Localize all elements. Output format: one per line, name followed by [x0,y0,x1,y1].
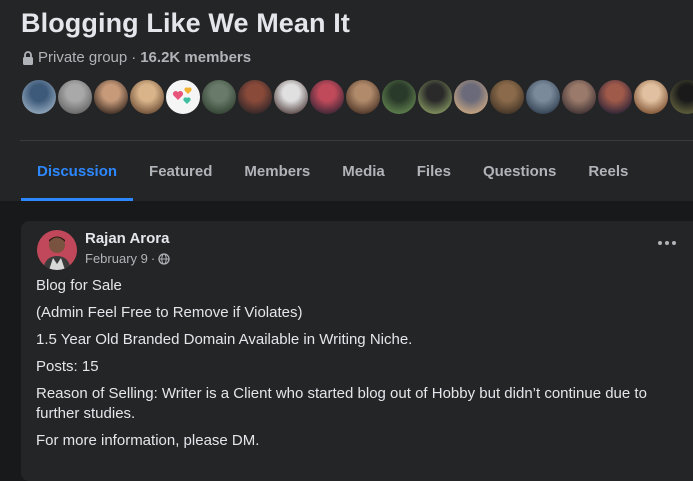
member-avatar[interactable] [380,78,418,116]
member-avatar[interactable] [560,78,598,116]
tab-reels[interactable]: Reels [572,141,644,201]
group-title[interactable]: Blogging Like We Mean It [21,8,350,39]
post-paragraph: Reason of Selling: Writer is a Client wh… [36,385,647,422]
date-separator: · [150,251,156,266]
author-avatar-image [37,230,77,270]
group-meta: Private group · 16.2K members [22,49,251,66]
post-paragraph: For more information, please DM. [36,432,260,449]
member-avatar[interactable] [596,78,634,116]
post-card: Rajan Arora February 9 · Blog for Sale (… [21,221,693,481]
member-avatar[interactable] [20,78,58,116]
post-paragraph: Blog for Sale [36,277,122,294]
tab-discussion[interactable]: Discussion [21,141,134,201]
member-avatar[interactable] [128,78,166,116]
post-meta: February 9 · [85,251,170,266]
more-options-icon[interactable] [655,235,679,251]
member-count[interactable]: 16.2K members [140,49,251,66]
post-author[interactable]: Rajan Arora [85,230,169,247]
member-avatar[interactable] [344,78,382,116]
tab-media[interactable]: Media [326,141,401,201]
member-avatar[interactable] [668,78,693,116]
post-date[interactable]: February 9 [85,251,148,266]
member-avatar[interactable] [416,78,454,116]
meta-separator: · [131,49,137,66]
tab-featured[interactable]: Featured [133,141,228,201]
member-avatar[interactable] [452,78,490,116]
member-avatar[interactable] [200,78,238,116]
author-avatar[interactable] [37,230,77,270]
post-paragraph: (Admin Feel Free to Remove if Violates) [36,304,303,321]
member-avatar[interactable] [524,78,562,116]
member-avatar[interactable] [236,78,274,116]
member-avatar[interactable] [92,78,130,116]
member-avatar[interactable] [308,78,346,116]
group-tabs: Discussion Featured Members Media Files Quest… [21,141,644,201]
member-avatar[interactable] [488,78,526,116]
member-avatar[interactable] [56,78,94,116]
member-avatar[interactable] [272,78,310,116]
member-avatar-strip [20,78,693,116]
globe-icon [158,252,170,265]
privacy-label: Private group [38,49,128,66]
post-body: Blog for Sale (Admin Feel Free to Remove… [36,276,676,458]
heart-emoji-avatar[interactable] [164,78,202,116]
post-paragraph: Posts: 15 [36,358,99,375]
tab-members[interactable]: Members [228,141,326,201]
tab-questions[interactable]: Questions [467,141,572,201]
lock-icon [23,50,33,65]
tab-files[interactable]: Files [401,141,467,201]
group-header: Blogging Like We Mean It Private group ·… [0,0,693,201]
member-avatar[interactable] [632,78,670,116]
post-paragraph: 1.5 Year Old Branded Domain Available in… [36,331,413,348]
